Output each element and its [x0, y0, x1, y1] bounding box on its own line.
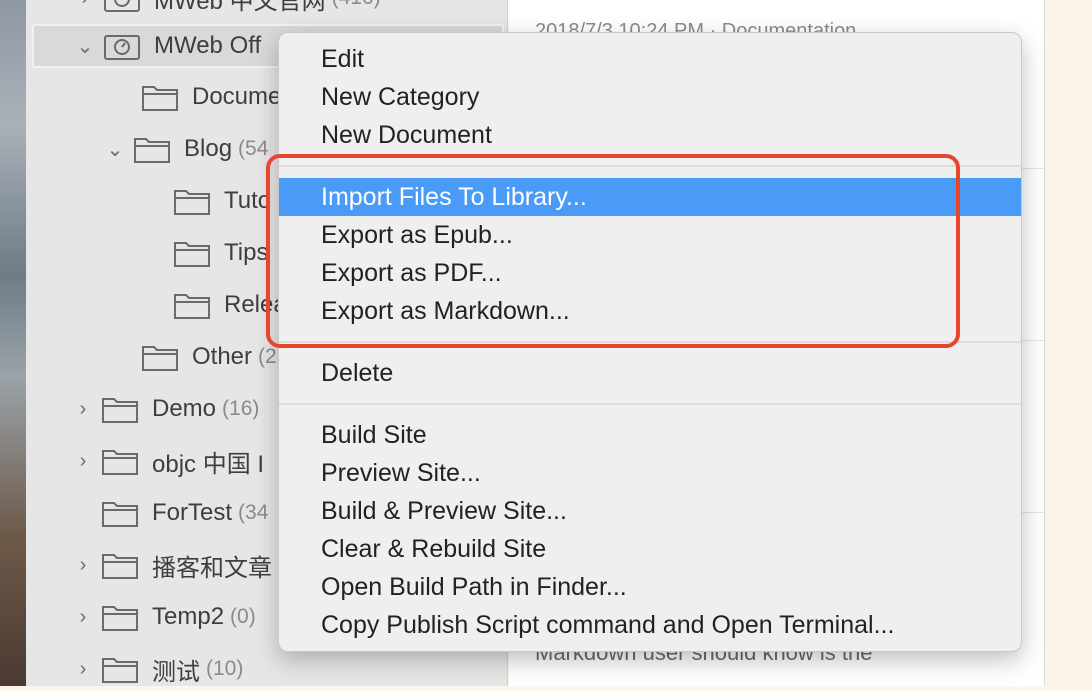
- menu-item-export-pdf[interactable]: Export as PDF...: [279, 254, 1021, 292]
- sidebar-item-fortest[interactable]: ForTest (34: [96, 491, 268, 535]
- folder-icon: [142, 86, 178, 111]
- folder-icon: [174, 242, 210, 267]
- menu-item-copy-publish-script[interactable]: Copy Publish Script command and Open Ter…: [279, 606, 1021, 644]
- menu-item-new-category[interactable]: New Category: [279, 78, 1021, 116]
- sidebar-item-temp2[interactable]: › Temp2 (0): [70, 595, 256, 639]
- sidebar-item-label: ForTest: [152, 499, 233, 526]
- menu-item-export-epub[interactable]: Export as Epub...: [279, 216, 1021, 254]
- folder-icon: [174, 190, 210, 215]
- menu-separator: [279, 165, 1021, 167]
- site-folder-icon: [104, 35, 140, 60]
- item-count: (2: [258, 345, 277, 368]
- sidebar-item-label: Blog: [184, 135, 233, 162]
- folder-icon: [174, 294, 210, 319]
- folder-icon: [142, 346, 178, 371]
- desktop-wallpaper: [0, 0, 26, 686]
- chevron-right-icon[interactable]: ›: [70, 658, 96, 681]
- sidebar-item-label: objc 中国 I: [152, 450, 265, 478]
- chevron-right-icon[interactable]: ›: [70, 554, 96, 577]
- folder-icon: [102, 502, 138, 527]
- menu-item-build-preview-site[interactable]: Build & Preview Site...: [279, 492, 1021, 530]
- folder-icon: [102, 606, 138, 631]
- sidebar-item-mweb-cn[interactable]: › MWeb 中文官网 (416): [72, 0, 381, 20]
- folder-icon: [102, 450, 138, 475]
- folder-icon: [102, 554, 138, 579]
- sidebar-item-label: MWeb 中文官网: [154, 0, 326, 15]
- chevron-down-icon[interactable]: ⌄: [72, 34, 98, 59]
- chevron-right-icon[interactable]: ›: [70, 398, 96, 421]
- menu-item-export-markdown[interactable]: Export as Markdown...: [279, 292, 1021, 330]
- sidebar-item-blog[interactable]: ⌄ Blog (54: [102, 127, 268, 171]
- item-count: (10): [206, 657, 244, 680]
- sidebar-item-label: Docume: [192, 83, 282, 110]
- chevron-right-icon[interactable]: ›: [70, 606, 96, 629]
- menu-separator: [279, 341, 1021, 343]
- sidebar-item-label: MWeb Off: [154, 32, 262, 59]
- item-count: (34: [238, 501, 269, 524]
- sidebar-item-other[interactable]: Other (2: [136, 335, 277, 379]
- sidebar-item-label: Tips: [224, 239, 269, 266]
- sidebar-item-label: Demo: [152, 395, 217, 422]
- sidebar-item-tips[interactable]: Tips: [168, 231, 268, 275]
- menu-item-open-build-path[interactable]: Open Build Path in Finder...: [279, 568, 1021, 606]
- folder-icon: [102, 658, 138, 683]
- menu-item-new-document[interactable]: New Document: [279, 116, 1021, 154]
- folder-icon: [102, 398, 138, 423]
- editor-pane[interactable]: [1045, 0, 1092, 686]
- site-folder-icon: [104, 0, 140, 12]
- menu-item-preview-site[interactable]: Preview Site...: [279, 454, 1021, 492]
- sidebar-item-tutorial[interactable]: Tuto: [168, 179, 271, 223]
- sidebar-item-test[interactable]: › 测试 (10): [70, 647, 244, 691]
- folder-icon: [134, 138, 170, 163]
- menu-item-build-site[interactable]: Build Site: [279, 416, 1021, 454]
- menu-item-delete[interactable]: Delete: [279, 354, 1021, 392]
- sidebar-item-demo[interactable]: › Demo (16): [70, 387, 259, 431]
- chevron-right-icon[interactable]: ›: [72, 0, 98, 10]
- sidebar-item-release[interactable]: Relea: [168, 283, 287, 327]
- sidebar-item-podcast[interactable]: › 播客和文章: [70, 543, 272, 587]
- sidebar-item-objc[interactable]: › objc 中国 I: [70, 439, 264, 483]
- item-count: (54: [238, 137, 269, 160]
- item-count: (0): [230, 605, 256, 628]
- menu-separator: [279, 403, 1021, 405]
- menu-item-clear-rebuild-site[interactable]: Clear & Rebuild Site: [279, 530, 1021, 568]
- menu-item-import-files[interactable]: Import Files To Library...: [279, 178, 1021, 216]
- sidebar-item-label: Other: [192, 343, 253, 370]
- sidebar-item-label: Temp2: [152, 603, 225, 630]
- chevron-right-icon[interactable]: ›: [70, 450, 96, 473]
- sidebar-item-documentation[interactable]: Docume: [136, 75, 281, 119]
- item-count: (416): [332, 0, 381, 10]
- sidebar-item-label: 测试: [152, 658, 200, 686]
- chevron-down-icon[interactable]: ⌄: [102, 137, 128, 162]
- menu-item-edit[interactable]: Edit: [279, 40, 1021, 78]
- sidebar-item-label: Tuto: [224, 187, 272, 214]
- sidebar-item-label: 播客和文章: [152, 554, 272, 582]
- context-menu: Edit New Category New Document Import Fi…: [278, 32, 1022, 652]
- item-count: (16): [222, 397, 260, 420]
